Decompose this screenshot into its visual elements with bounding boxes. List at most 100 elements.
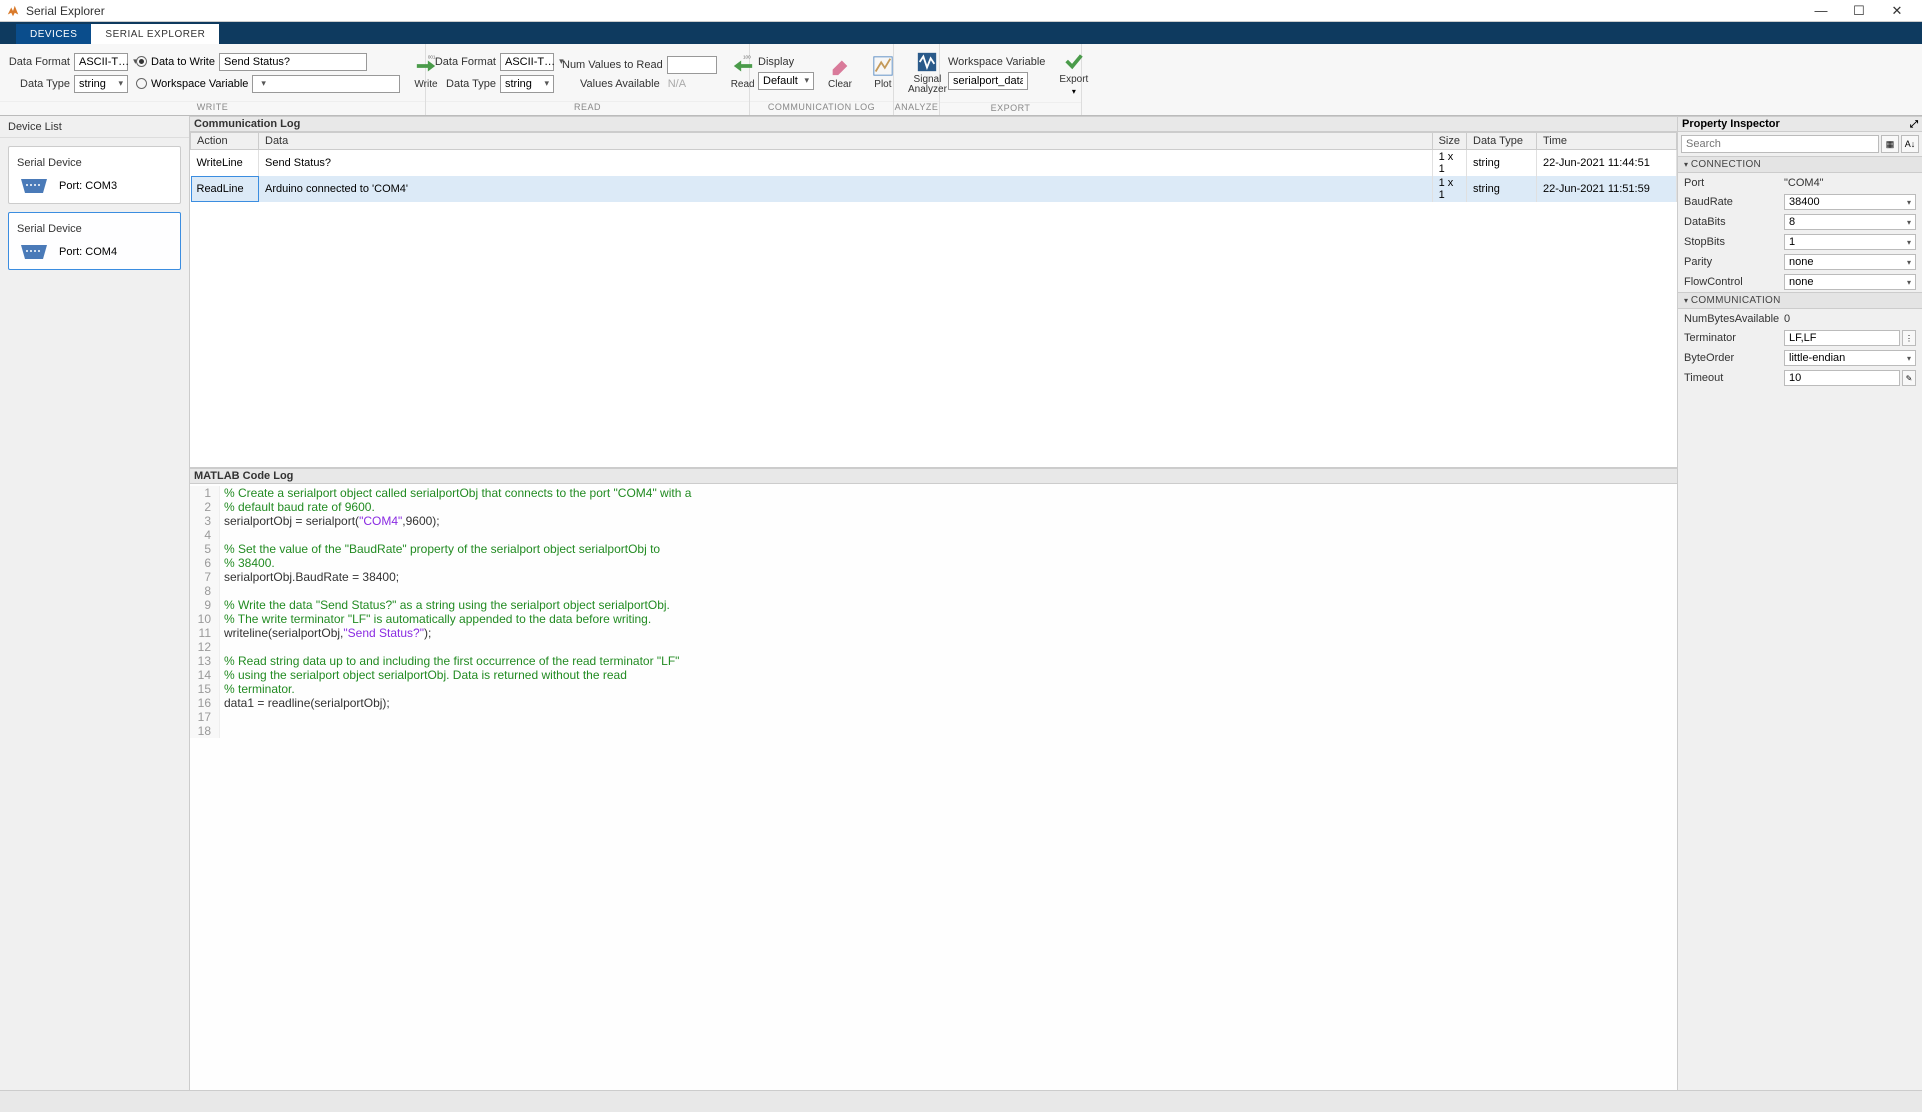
code-line: 9% Write the data "Send Status?" as a st… [190, 598, 1677, 612]
clear-button[interactable]: Clear [822, 53, 858, 92]
col-time[interactable]: Time [1537, 133, 1677, 150]
col-size[interactable]: Size [1432, 133, 1466, 150]
device-name: Serial Device [17, 157, 172, 169]
log-row[interactable]: WriteLineSend Status?1 x 1string22-Jun-2… [191, 150, 1677, 177]
prop-dropdown[interactable]: 8 [1784, 214, 1916, 230]
prop-dropdown[interactable]: little-endian [1784, 350, 1916, 366]
code-line: 1% Create a serialport object called ser… [190, 486, 1677, 500]
col-dtype[interactable]: Data Type [1467, 133, 1537, 150]
inspector-section-header[interactable]: COMMUNICATION [1678, 292, 1922, 309]
log-row[interactable]: ReadLineArduino connected to 'COM4'1 x 1… [191, 176, 1677, 202]
maximize-button[interactable]: ☐ [1840, 0, 1878, 22]
prop-field[interactable]: LF,LF [1784, 330, 1900, 346]
eraser-icon [829, 55, 851, 77]
inspector-group-icon[interactable]: ▦ [1881, 135, 1899, 153]
cell-dtype: string [1467, 176, 1537, 202]
statusbar [0, 1090, 1922, 1112]
code-area[interactable]: 1% Create a serialport object called ser… [190, 484, 1677, 1090]
export-caption: EXPORT [940, 102, 1081, 115]
inspector-row: DataBits8 [1678, 212, 1922, 232]
device-card[interactable]: Serial Device Port: COM3 [8, 146, 181, 204]
prop-dropdown[interactable]: none [1784, 274, 1916, 290]
prop-dropdown[interactable]: 38400 [1784, 194, 1916, 210]
serial-port-icon [17, 177, 51, 195]
numvals-input[interactable] [667, 56, 717, 74]
wsvar-label: Workspace Variable [948, 56, 1045, 68]
prop-value: 0 [1784, 313, 1916, 325]
center-area: Communication Log Action Data Size Data … [190, 116, 1678, 1090]
col-action[interactable]: Action [191, 133, 259, 150]
matlab-code-log-panel: MATLAB Code Log 1% Create a serialport o… [190, 468, 1677, 1090]
radio-data-to-write[interactable] [136, 56, 147, 67]
radio-workspace-var[interactable] [136, 78, 147, 89]
write-data-input[interactable] [219, 53, 367, 71]
write-dataformat-select[interactable]: ASCII-T… [74, 53, 128, 71]
prop-key: StopBits [1684, 236, 1784, 248]
display-label: Display [758, 56, 794, 68]
toolstrip-read-group: Data FormatASCII-T… Data Typestring Num … [426, 44, 750, 115]
inspector-title: Property Inspector [1682, 118, 1780, 130]
device-name: Serial Device [17, 223, 172, 235]
plot-icon [872, 55, 894, 77]
read-datatype-select[interactable]: string [500, 75, 554, 93]
prop-aux-button[interactable]: ✎ [1902, 370, 1916, 386]
code-line: 10% The write terminator "LF" is automat… [190, 612, 1677, 626]
prop-key: ByteOrder [1684, 352, 1784, 364]
inspector-row: FlowControlnone [1678, 272, 1922, 292]
device-card[interactable]: Serial Device Port: COM4 [8, 212, 181, 270]
device-list-title: Device List [0, 116, 189, 138]
code-line: 15% terminator. [190, 682, 1677, 696]
prop-dropdown[interactable]: 1 [1784, 234, 1916, 250]
code-line: 2% default baud rate of 9600. [190, 500, 1677, 514]
code-line: 5% Set the value of the "BaudRate" prope… [190, 542, 1677, 556]
device-list-panel: Device List Serial Device Port: COM3 Ser… [0, 116, 190, 1090]
cell-size: 1 x 1 [1432, 176, 1466, 202]
toolstrip-commlog-group: Display Default Clear Plot COMMUNICATION… [750, 44, 894, 115]
window-title: Serial Explorer [26, 4, 1802, 18]
write-datatype-select[interactable]: string [74, 75, 128, 93]
inspector-row: BaudRate38400 [1678, 192, 1922, 212]
communication-log-panel: Communication Log Action Data Size Data … [190, 116, 1677, 468]
valsavail-label: Values Available [580, 78, 660, 90]
toolstrip-write-group: Data FormatASCII-T… Data Typestring Data… [0, 44, 426, 115]
property-inspector-panel: Property Inspector ⤢ ▦ A↓ CONNECTIONPort… [1678, 116, 1922, 1090]
code-line: 3serialportObj = serialport("COM4",9600)… [190, 514, 1677, 528]
tab-devices[interactable]: DEVICES [16, 24, 91, 44]
prop-dropdown[interactable]: none [1784, 254, 1916, 270]
valsavail-value: N/A [668, 78, 686, 90]
dock-icon[interactable]: ⤢ [1910, 119, 1918, 130]
cell-time: 22-Jun-2021 11:44:51 [1537, 150, 1677, 177]
code-line: 4 [190, 528, 1677, 542]
read-dataformat-select[interactable]: ASCII-T… [500, 53, 554, 71]
code-line: 17 [190, 710, 1677, 724]
display-select[interactable]: Default [758, 72, 814, 90]
close-button[interactable]: ✕ [1878, 0, 1916, 22]
prop-field[interactable]: 10 [1784, 370, 1900, 386]
write-workspace-select[interactable] [252, 75, 400, 93]
inspector-row: TerminatorLF,LF⋮ [1678, 328, 1922, 348]
minimize-button[interactable]: — [1802, 0, 1840, 22]
code-line: 8 [190, 584, 1677, 598]
prop-aux-button[interactable]: ⋮ [1902, 330, 1916, 346]
wsvar-input[interactable] [948, 72, 1028, 90]
inspector-search-input[interactable] [1681, 135, 1879, 153]
tab-serial-explorer[interactable]: SERIAL EXPLORER [91, 24, 219, 44]
radio-data-to-write-label: Data to Write [151, 56, 215, 68]
inspector-row: Port"COM4" [1678, 173, 1922, 192]
app-logo-icon [6, 4, 20, 18]
inspector-section-header[interactable]: CONNECTION [1678, 156, 1922, 173]
inspector-sort-icon[interactable]: A↓ [1901, 135, 1919, 153]
toolstrip-analyze-group: Signal Analyzer ANALYZE [894, 44, 940, 115]
toolstrip: Data FormatASCII-T… Data Typestring Data… [0, 44, 1922, 116]
col-data[interactable]: Data [259, 133, 1433, 150]
communication-log-table[interactable]: Action Data Size Data Type Time WriteLin… [190, 132, 1677, 468]
prop-key: Port [1684, 177, 1784, 189]
code-line: 14% using the serialport object serialpo… [190, 668, 1677, 682]
cell-size: 1 x 1 [1432, 150, 1466, 177]
inspector-row: Timeout10✎ [1678, 368, 1922, 388]
cell-action: WriteLine [191, 150, 259, 177]
write-dataformat-label: Data Format [8, 56, 70, 68]
toolstrip-export-group: Workspace Variable Export▾ EXPORT [940, 44, 1082, 115]
prop-key: Parity [1684, 256, 1784, 268]
communication-log-title: Communication Log [190, 116, 1677, 132]
